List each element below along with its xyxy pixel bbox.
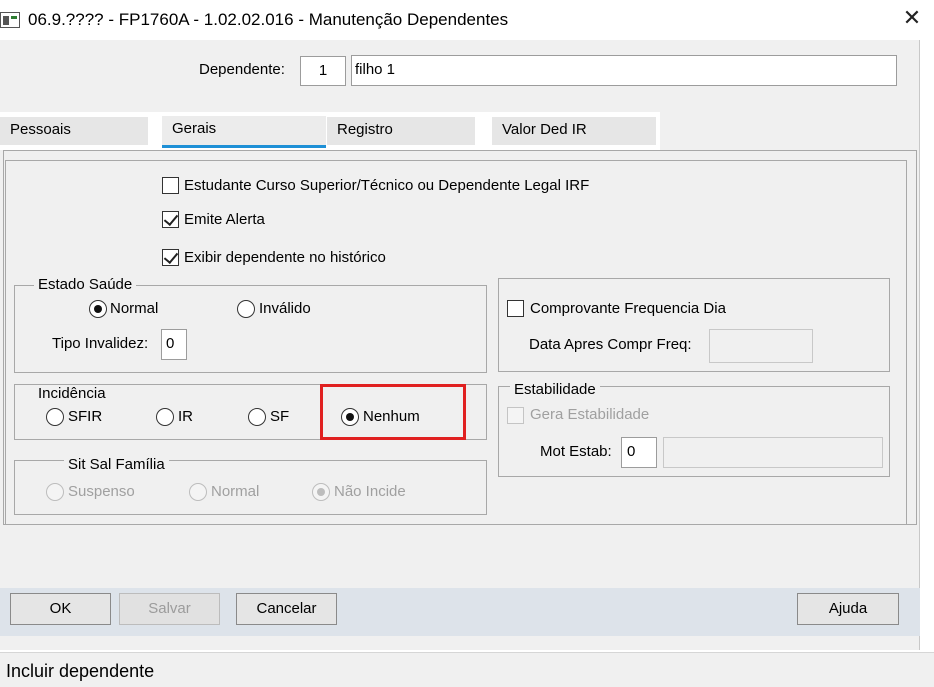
salvar-button[interactable]: Salvar <box>119 593 220 625</box>
data-apres-field[interactable] <box>709 329 813 363</box>
saude-normal-label: Normal <box>110 300 159 317</box>
comprovante-checkbox[interactable] <box>507 300 524 317</box>
exibir-historico-label: Exibir dependente no histórico <box>184 249 386 266</box>
ok-button[interactable]: OK <box>10 593 111 625</box>
sal-suspenso-label: Suspenso <box>68 483 135 500</box>
mot-estab-desc-field[interactable] <box>663 437 883 468</box>
estabilidade-title: Estabilidade <box>510 381 600 398</box>
estado-saude-group <box>14 285 487 373</box>
estudante-label: Estudante Curso Superior/Técnico ou Depe… <box>184 177 590 194</box>
incidencia-ir-radio[interactable] <box>156 408 174 426</box>
sal-nao-incide-label: Não Incide <box>334 483 406 500</box>
highlight-box <box>320 384 466 440</box>
estado-saude-title: Estado Saúde <box>34 276 137 293</box>
gera-estabilidade-label: Gera Estabilidade <box>530 406 650 423</box>
mot-estab-code-field[interactable]: 0 <box>621 437 657 468</box>
tipo-invalidez-label: Tipo Invalidez: <box>52 335 149 352</box>
comprovante-group <box>498 278 890 372</box>
emite-alerta-label: Emite Alerta <box>184 211 265 228</box>
sit-sal-familia-title: Sit Sal Família <box>64 456 169 473</box>
tab-pessoais[interactable]: Pessoais <box>0 117 148 145</box>
dependente-number-value: 1 <box>318 62 328 79</box>
tab-gerais[interactable]: Gerais <box>162 116 326 148</box>
emite-alerta-checkbox[interactable] <box>162 211 179 228</box>
ajuda-button[interactable]: Ajuda <box>797 593 899 625</box>
gera-estabilidade-checkbox[interactable] <box>507 407 524 424</box>
saude-invalido-label: Inválido <box>259 300 311 317</box>
window-title: 06.9.???? - FP1760A - 1.02.02.016 - Manu… <box>28 10 509 29</box>
close-icon[interactable]: ✕ <box>896 4 928 36</box>
sal-suspenso-radio[interactable] <box>46 483 64 501</box>
comprovante-label: Comprovante Frequencia Dia <box>530 300 726 317</box>
incidencia-sfir-label: SFIR <box>68 408 103 425</box>
cancelar-button[interactable]: Cancelar <box>236 593 337 625</box>
incidencia-sfir-radio[interactable] <box>46 408 64 426</box>
sal-nao-incide-radio[interactable] <box>312 483 330 501</box>
sal-normal-label: Normal <box>211 483 260 500</box>
tipo-invalidez-field[interactable]: 0 <box>161 329 187 360</box>
app-icon <box>0 12 20 28</box>
incidencia-sf-radio[interactable] <box>248 408 266 426</box>
dependente-name-value: filho 1 <box>355 61 396 78</box>
status-text: Incluir dependente <box>6 661 155 681</box>
status-bar: Incluir dependente <box>0 652 934 687</box>
incidencia-ir-label: IR <box>178 408 193 425</box>
title-bar: 06.9.???? - FP1760A - 1.02.02.016 - Manu… <box>0 0 934 40</box>
saude-normal-radio[interactable] <box>89 300 107 318</box>
tab-registro[interactable]: Registro <box>327 117 475 145</box>
incidencia-sf-label: SF <box>270 408 290 425</box>
data-apres-label: Data Apres Compr Freq: <box>529 336 692 353</box>
incidencia-title: Incidência <box>34 385 110 404</box>
mot-estab-code-value: 0 <box>627 443 636 460</box>
tipo-invalidez-value: 0 <box>166 335 175 352</box>
dependente-name-field[interactable]: filho 1 <box>351 55 897 86</box>
tab-valor-ded-ir[interactable]: Valor Ded IR <box>492 117 656 145</box>
exibir-historico-checkbox[interactable] <box>162 249 179 266</box>
sal-normal-radio[interactable] <box>189 483 207 501</box>
right-edge <box>920 40 934 650</box>
saude-invalido-radio[interactable] <box>237 300 255 318</box>
mot-estab-label: Mot Estab: <box>540 443 612 460</box>
dependente-number-field[interactable]: 1 <box>300 56 346 86</box>
dependente-label: Dependente: <box>199 61 285 78</box>
estudante-checkbox[interactable] <box>162 177 179 194</box>
